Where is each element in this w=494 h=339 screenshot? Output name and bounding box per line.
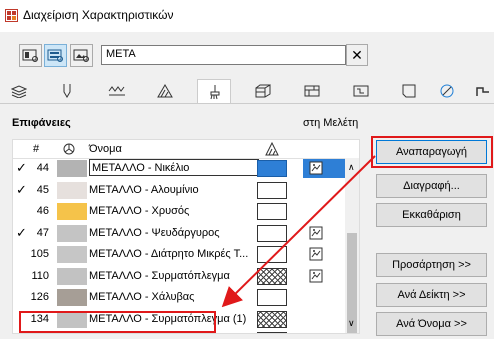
section-title: Επιφάνειες: [12, 117, 71, 129]
table-row[interactable]: 46 ΜΕΤΑΛΛΟ - Χρυσός: [13, 201, 359, 222]
composites-icon: [255, 83, 271, 97]
preview-view-icon: [73, 49, 89, 62]
fill-swatch[interactable]: [257, 203, 287, 220]
table-row[interactable]: 110 ΜΕΤΑΛΛΟ - Συρματόπλεγμα: [13, 266, 359, 287]
fill-swatch[interactable]: [257, 224, 287, 242]
row-name[interactable]: ΜΕΤΑΛΛΟ - Χάλυβας: [89, 291, 259, 303]
row-name[interactable]: ΜΕΤΑΛΛΟ - Διάτρητο Μικρές Τ...: [89, 248, 259, 260]
fill-swatch[interactable]: [257, 246, 287, 263]
mep-icon: [476, 86, 489, 96]
column-header-name[interactable]: Όνομα: [89, 143, 122, 155]
fill-types-icon: [157, 83, 173, 97]
color-swatch[interactable]: [57, 203, 87, 220]
tab-layers[interactable]: [2, 79, 36, 102]
color-swatch[interactable]: [57, 160, 87, 177]
color-swatch[interactable]: [57, 246, 87, 263]
row-name[interactable]: ΜΕΤΑΛΛΟ - Χρυσός: [89, 205, 259, 217]
sort-by-index-button[interactable]: Ανά Δείκτη >>: [376, 283, 487, 307]
fill-swatch[interactable]: [257, 267, 287, 285]
column-header-num[interactable]: #: [33, 143, 39, 155]
clear-search-button[interactable]: ✕: [346, 44, 368, 66]
fill-swatch[interactable]: [257, 181, 287, 199]
color-swatch[interactable]: [57, 224, 87, 242]
tab-composites[interactable]: [246, 79, 280, 102]
row-name[interactable]: ΜΕΤΑΛΛΟ - Συρματόπλεγμα: [89, 270, 259, 282]
row-name[interactable]: ΜΕΤΑΛΛΟ - Αλουμίνιο: [89, 184, 259, 196]
tab-more[interactable]: [466, 79, 494, 102]
new-row-highlight: [19, 311, 216, 333]
tab-pens[interactable]: [50, 79, 84, 102]
table-header: # Όνομα: [13, 140, 359, 159]
list-view-icon: [22, 49, 38, 62]
row-number: 45: [36, 183, 49, 196]
row-name[interactable]: ΜΕΤΑΛΛΟ - Ψευδάργυρος: [89, 227, 259, 239]
table-row[interactable]: ✓ 47 ΜΕΤΑΛΛΟ - Ψευδάργυρος: [13, 223, 359, 244]
table-row[interactable]: ✓ 44 ΜΕΤΑΛΛΟ - Νικέλιο: [13, 158, 359, 179]
view-list-button[interactable]: [19, 44, 42, 67]
table-row[interactable]: 105 ΜΕΤΑΛΛΟ - Διάτρητο Μικρές Τ...: [13, 244, 359, 265]
tab-fills[interactable]: [148, 79, 182, 102]
row-number: 126: [30, 291, 49, 303]
fill-swatch[interactable]: [257, 310, 287, 328]
row-number: 46: [36, 205, 49, 217]
tab-profiles[interactable]: [344, 79, 378, 102]
row-number: 44: [36, 162, 49, 174]
view-preview-button[interactable]: [70, 44, 93, 67]
markup-icon: [440, 84, 454, 97]
tab-zone-categories[interactable]: [392, 79, 426, 102]
attribute-type-tabs: [0, 79, 494, 104]
row-name[interactable]: ΜΕΤΑΛΛΟ - Νικέλιο: [89, 159, 259, 176]
color-wheel-icon[interactable]: [63, 143, 75, 155]
fill-column-icon[interactable]: [265, 142, 279, 156]
color-swatch[interactable]: [57, 267, 87, 285]
building-materials-icon: [304, 85, 320, 96]
fill-swatch[interactable]: [257, 332, 287, 333]
window-title: Διαχείριση Χαρακτηριστικών: [23, 8, 174, 22]
detail-view-icon: [47, 49, 63, 62]
append-button[interactable]: Προσάρτηση >>: [376, 253, 487, 277]
search-input[interactable]: ΜΕΤΑ: [101, 45, 346, 65]
duplicate-button[interactable]: Αναπαραγωγή: [376, 140, 487, 164]
delete-button[interactable]: Διαγραφή...: [376, 174, 487, 198]
tab-markup-styles[interactable]: [430, 79, 464, 102]
fill-swatch[interactable]: [257, 160, 287, 177]
layers-icon: [11, 84, 27, 98]
pen-icon: [63, 83, 71, 98]
table-row[interactable]: ✓ 45 ΜΕΤΑΛΛΟ - Αλουμίνιο: [13, 180, 359, 201]
line-types-icon: [108, 85, 125, 95]
view-detail-button[interactable]: [44, 44, 67, 67]
zone-categories-icon: [402, 84, 416, 97]
row-number: 110: [31, 269, 49, 282]
color-swatch[interactable]: [57, 289, 87, 306]
title-bar: Διαχείριση Χαρακτηριστικών: [0, 0, 494, 32]
purge-button[interactable]: Εκκαθάριση: [376, 203, 487, 227]
scroll-up-icon[interactable]: ∧: [348, 162, 355, 173]
fill-swatch[interactable]: [257, 289, 287, 306]
scroll-down-icon[interactable]: ∨: [348, 318, 355, 329]
surfaces-table: # Όνομα ✓ 44 ΜΕΤΑΛΛΟ - Νικέλιο ✓ 45 ΜΕΤΑΛΛΟ -…: [12, 139, 360, 334]
in-study-icon: [309, 269, 323, 282]
color-swatch[interactable]: [57, 181, 87, 199]
row-number: 47: [36, 226, 49, 239]
table-scrollbar[interactable]: ∧ ∨: [345, 158, 359, 333]
in-study-icon: [309, 226, 323, 239]
profiles-icon: [353, 85, 369, 96]
attributes-app-icon: [5, 9, 18, 22]
in-study-label: στη Μελέτη: [303, 117, 359, 129]
in-study-icon: [309, 161, 323, 175]
paint-brush-icon: [210, 84, 220, 99]
in-study-icon: [309, 247, 323, 261]
tab-building-materials[interactable]: [295, 79, 329, 102]
sort-by-name-button[interactable]: Ανά Όνομα >>: [376, 312, 487, 336]
table-row[interactable]: 126 ΜΕΤΑΛΛΟ - Χάλυβας: [13, 287, 359, 308]
tab-surfaces[interactable]: [197, 79, 231, 103]
tab-line-types[interactable]: [100, 79, 134, 102]
row-number: 105: [30, 248, 49, 260]
